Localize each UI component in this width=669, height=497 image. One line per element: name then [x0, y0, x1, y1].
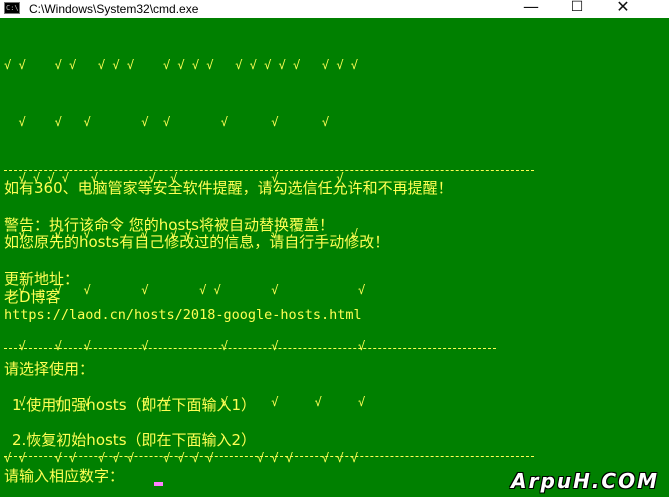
menu-prompt-text: 请选择使用：: [4, 360, 95, 378]
cmd-icon: C:\: [4, 2, 20, 14]
update-url-text: https://laod.cn/hosts/2018-google-hosts.…: [4, 307, 362, 323]
security-warning-text: 如有360、电脑管家等安全软件提醒，请勾选信任允许和不再提醒！: [4, 179, 453, 197]
minimize-button[interactable]: —: [508, 0, 554, 18]
banner-row: √ √ √ √ √ √ √ √ √ √ √ √ √ √ √ √ √ √ √: [4, 58, 359, 73]
window-title: C:\Windows\System32\cmd.exe: [29, 2, 199, 16]
menu-option-2: 2.恢复初始hosts（即在下面输入2）: [12, 431, 257, 449]
overwrite-warning-text: 警告：执行该命令 您的hosts将被自动替换覆盖！: [4, 216, 334, 234]
watermark-logo: ArpuH.COM: [511, 469, 659, 493]
update-address-label: 更新地址：: [4, 270, 80, 288]
banner-row: √ √ √ √ √ √ √ √ √ √ √ √ √ √ √ √ √: [4, 451, 359, 466]
divider-line: [4, 170, 534, 171]
maximize-button[interactable]: ☐: [554, 0, 600, 18]
divider-line: [4, 456, 534, 457]
banner-row: √ √ √ √ √ √ √: [4, 338, 366, 353]
close-button[interactable]: ✕: [600, 0, 646, 18]
hosts-ascii-banner: √ √ √ √ √ √ √ √ √ √ √ √ √ √ √ √ √ √ √ √ …: [4, 19, 365, 486]
divider-line: [4, 348, 496, 349]
title-bar[interactable]: C:\ C:\Windows\System32\cmd.exe — ☐ ✕: [0, 0, 669, 18]
banner-row: √ √ √ √ √ √ √ √: [4, 114, 330, 129]
text-cursor[interactable]: [154, 482, 163, 486]
blog-name-text: 老D博客: [4, 288, 61, 306]
modified-warning-text: 如您原先的hosts有自己修改过的信息，请自行手动修改！: [4, 233, 390, 251]
input-prompt-text: 请输入相应数字：: [4, 467, 125, 485]
menu-option-1: 1.使用加强hosts（即在下面输入1）: [12, 396, 257, 414]
